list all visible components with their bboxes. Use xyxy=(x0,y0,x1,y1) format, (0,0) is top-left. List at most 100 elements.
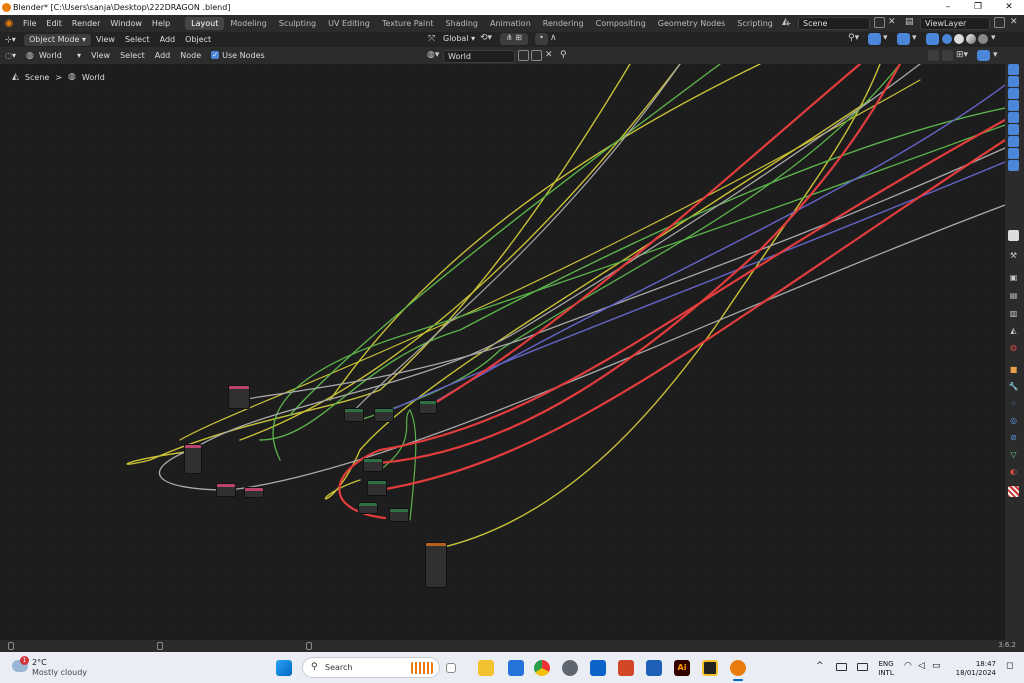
weather-temp[interactable]: 2°C xyxy=(32,658,47,667)
physics-icon[interactable]: ◎ xyxy=(1008,415,1019,426)
node-overlay-dropdown-icon[interactable]: ▾ xyxy=(993,50,998,60)
constraints-icon[interactable]: ⊘ xyxy=(1008,432,1019,443)
falloff-icon[interactable]: ∧ xyxy=(550,33,557,43)
scene-field[interactable]: Scene xyxy=(798,17,870,30)
node-box[interactable] xyxy=(244,487,264,498)
world-output-node[interactable] xyxy=(425,542,447,588)
language-indicator[interactable]: ENG INTL xyxy=(876,660,896,678)
material-shading-icon[interactable] xyxy=(966,34,976,44)
node-menu-node[interactable]: Node xyxy=(175,49,206,63)
node-box[interactable] xyxy=(374,408,394,422)
camera-icon[interactable] xyxy=(1008,76,1019,87)
file-explorer-icon[interactable] xyxy=(478,660,494,676)
modifier-icon[interactable]: 🔧 xyxy=(1008,381,1019,392)
camera-icon[interactable] xyxy=(1008,88,1019,99)
gizmo-toggle-icon[interactable] xyxy=(868,33,881,45)
object-props-icon[interactable]: ■ xyxy=(1008,364,1019,375)
rendered-shading-icon[interactable] xyxy=(978,34,988,44)
camera-icon[interactable] xyxy=(1008,124,1019,135)
store-icon[interactable] xyxy=(508,660,524,676)
outlook-icon[interactable] xyxy=(590,660,606,676)
wireframe-shading-icon[interactable] xyxy=(942,34,952,44)
node-box[interactable] xyxy=(184,444,202,474)
unlink-world-icon[interactable]: ✕ xyxy=(545,50,553,60)
tab-layout[interactable]: Layout xyxy=(185,17,225,30)
blender-taskbar-icon[interactable] xyxy=(730,660,746,676)
tab-shading[interactable]: Shading xyxy=(439,17,484,30)
clock[interactable]: 18:47 18/01/2024 xyxy=(952,660,996,678)
panel-collapse-icon[interactable] xyxy=(1008,230,1019,241)
transform-orientation-dropdown[interactable]: Global ▾ xyxy=(438,32,480,46)
pivot-icon[interactable]: ⟲▾ xyxy=(480,33,492,43)
view-layer-icon[interactable]: ▥ xyxy=(1008,308,1019,319)
camera-icon[interactable] xyxy=(1008,136,1019,147)
tab-scripting[interactable]: Scripting xyxy=(731,17,779,30)
editor-type-icon[interactable]: ⊹▾ xyxy=(0,33,24,47)
wifi-icon[interactable]: ◠ xyxy=(904,662,912,671)
gizmo-dropdown-icon[interactable]: ▾ xyxy=(883,33,888,43)
maximize-button[interactable]: ❐ xyxy=(963,0,993,15)
tool-icon[interactable]: ⚒ xyxy=(1008,250,1019,261)
node-menu-view[interactable]: View xyxy=(86,49,115,63)
battery-icon[interactable]: ▭ xyxy=(932,662,941,671)
blender-menu-icon[interactable]: ◉ xyxy=(0,18,18,29)
node-canvas[interactable] xyxy=(0,64,1005,640)
tab-geometry-nodes[interactable]: Geometry Nodes xyxy=(652,17,731,30)
node-box[interactable] xyxy=(363,458,383,472)
menu-help[interactable]: Help xyxy=(147,15,175,32)
close-button[interactable]: ✕ xyxy=(994,0,1024,15)
delete-view-layer-icon[interactable]: ✕ xyxy=(1010,17,1018,27)
node-box[interactable] xyxy=(367,480,387,496)
illustrator-icon[interactable]: Ai xyxy=(674,660,690,676)
view-layer-field[interactable]: ViewLayer xyxy=(920,17,990,30)
shading-dropdown-icon[interactable]: ▾ xyxy=(991,33,996,43)
overlay-dropdown-icon[interactable]: ▾ xyxy=(912,33,917,43)
new-scene-icon[interactable] xyxy=(874,17,885,28)
material-icon[interactable]: ◐ xyxy=(1008,466,1019,477)
menu-file[interactable]: File xyxy=(18,15,41,32)
node-box[interactable] xyxy=(389,508,409,522)
volume-icon[interactable]: ◁ xyxy=(918,662,925,671)
menu-edit[interactable]: Edit xyxy=(41,15,67,32)
taskbar-search[interactable]: ⚲ Search xyxy=(302,657,440,678)
camera-icon[interactable] xyxy=(1008,112,1019,123)
tab-compositing[interactable]: Compositing xyxy=(590,17,652,30)
menu-object[interactable]: Object xyxy=(180,33,216,47)
visibility-icon[interactable]: ⚲▾ xyxy=(848,33,859,43)
object-mode-dropdown[interactable]: Object Mode ▾ xyxy=(24,33,91,46)
world-name-field[interactable]: World xyxy=(443,50,515,63)
texture-icon[interactable] xyxy=(1008,486,1019,497)
notification-icon[interactable]: ◻ xyxy=(1006,662,1013,671)
tab-sculpting[interactable]: Sculpting xyxy=(273,17,322,30)
node-box[interactable] xyxy=(419,400,437,414)
sticky-app-icon[interactable] xyxy=(702,660,718,676)
render-icon[interactable]: ▣ xyxy=(1008,272,1019,283)
node-box[interactable] xyxy=(216,483,236,497)
node-box[interactable] xyxy=(358,502,378,514)
tab-rendering[interactable]: Rendering xyxy=(537,17,590,30)
snap-icon[interactable]: ⋔ ⊞ xyxy=(500,33,528,45)
menu-render[interactable]: Render xyxy=(67,15,105,32)
mail-icon[interactable] xyxy=(646,660,662,676)
node-menu-select[interactable]: Select xyxy=(115,49,150,63)
fake-user-icon[interactable] xyxy=(518,50,529,61)
data-icon[interactable]: ▽ xyxy=(1008,449,1019,460)
task-view-icon[interactable] xyxy=(446,663,456,673)
tab-animation[interactable]: Animation xyxy=(484,17,537,30)
new-view-layer-icon[interactable] xyxy=(994,17,1005,28)
menu-window[interactable]: Window xyxy=(105,15,147,32)
output-icon[interactable]: ▤ xyxy=(1008,290,1019,301)
shader-type-dropdown[interactable]: World ▾ xyxy=(34,49,86,63)
tab-modeling[interactable]: Modeling xyxy=(224,17,272,30)
tab-uv-editing[interactable]: UV Editing xyxy=(322,17,376,30)
app-icon[interactable] xyxy=(618,660,634,676)
chrome-icon[interactable] xyxy=(534,660,550,676)
overlay-toggle-icon[interactable] xyxy=(897,33,910,45)
node-editor-type-icon[interactable]: ◌▾ xyxy=(0,49,24,63)
particles-icon[interactable]: ⁘ xyxy=(1008,398,1019,409)
node-box[interactable] xyxy=(344,408,364,422)
snap-mode-icon[interactable]: ⊞▾ xyxy=(956,50,968,60)
node-menu-add[interactable]: Add xyxy=(150,49,176,63)
menu-add[interactable]: Add xyxy=(155,33,181,47)
node-box[interactable] xyxy=(228,385,250,409)
